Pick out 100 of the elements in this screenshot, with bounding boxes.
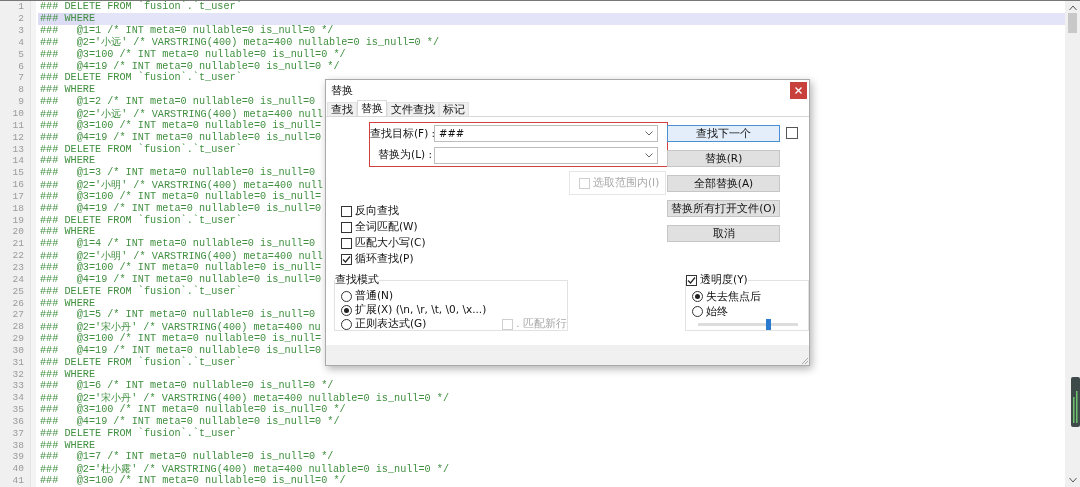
checkbox-label[interactable]: 循环查找(P): [355, 252, 414, 266]
field-label: 查找目标(F) :: [370, 126, 434, 141]
line-number: 41: [11, 474, 25, 487]
field-label: 替换为(L) :: [377, 148, 433, 163]
radio-label[interactable]: 正则表达式(G): [355, 317, 427, 331]
code-line: ### WHERE: [39, 154, 96, 167]
code-line: ### DELETE FROM `fusion`.`t_user`: [39, 356, 242, 369]
code-line: ### @2='小明' /* VARSTRING(400) meta=400 null: [39, 178, 323, 191]
code-line: ### @4=19 /* INT meta=0 nullable=0 is_null=0: [39, 202, 322, 214]
checkbox[interactable]: [341, 221, 352, 233]
code-line: ### WHERE: [39, 83, 96, 96]
line-number: 35: [11, 403, 25, 416]
radio-label[interactable]: 始终: [706, 304, 729, 319]
line-number: 30: [11, 344, 25, 357]
code-line: ### @4=19 /* INT meta=0 nullable=0 is_null=0: [39, 131, 322, 143]
radio-label[interactable]: 普通(N): [355, 289, 394, 303]
scroll-down-icon[interactable]: [1068, 477, 1077, 483]
vertical-scrollbar[interactable]: [1065, 1, 1080, 487]
code-line: ### @3=100 /* INT meta=0 nullable=0 is_null=0 */: [39, 48, 346, 61]
code-line: ### @1=5 /* INT meta=0 nullable=0 is_null=0: [39, 308, 316, 321]
line-number: 19: [11, 214, 25, 227]
line-number: 10: [11, 107, 25, 120]
line-number: 3: [17, 24, 25, 37]
line-number: 28: [11, 320, 25, 333]
scroll-up-icon[interactable]: [1068, 5, 1077, 11]
line-number: 21: [11, 237, 25, 250]
line-number: 5: [17, 48, 25, 61]
code-line: ### @2='小远' /* VARSTRING(400) meta=400 null: [39, 107, 323, 120]
line-number: 39: [11, 451, 25, 463]
code-line: ### @4=19 /* INT meta=0 nullable=0 is_null=0: [39, 273, 322, 285]
checkbox[interactable]: [786, 127, 798, 139]
code-line: ### DELETE FROM `fusion`.`t_user`: [39, 214, 242, 227]
code-line: ### @1=3 /* INT meta=0 nullable=0 is_null=0: [39, 166, 316, 179]
tab[interactable]: 查找: [327, 102, 357, 116]
dialog-button[interactable]: 查找下一个: [667, 125, 780, 142]
line-number: 9: [17, 95, 25, 108]
line-number: 33: [11, 380, 25, 392]
line-number: 25: [11, 285, 25, 298]
line-number: 32: [11, 368, 25, 380]
dialog-button[interactable]: 取消: [667, 225, 780, 242]
checkbox-label[interactable]: 透明度(Y): [700, 273, 748, 287]
mini-meter-icon: [1071, 377, 1080, 427]
line-number: 18: [11, 202, 25, 215]
line-number: 22: [11, 249, 25, 262]
code-line: ### @1=6 /* INT meta=0 nullable=0 is_null=0 */: [39, 380, 334, 392]
dialog-button[interactable]: 替换所有打开文件(O): [667, 200, 780, 217]
replace-field[interactable]: [434, 146, 658, 164]
resize-grip-icon[interactable]: [801, 357, 809, 365]
code-line: ### @2='宋小丹' /* VARSTRING(400) meta=400 nu: [39, 320, 321, 333]
line-number: 12: [11, 131, 25, 144]
checkbox[interactable]: [341, 237, 352, 249]
line-number: 4: [17, 36, 25, 49]
opacity-slider-thumb[interactable]: [766, 319, 772, 331]
close-button[interactable]: [790, 81, 807, 99]
radio-label[interactable]: 失去焦点后: [706, 289, 762, 304]
line-number: 27: [11, 308, 25, 321]
line-number: 40: [11, 462, 25, 475]
line-number: 11: [11, 119, 25, 132]
code-line: ### @4=19 /* INT meta=0 nullable=0 is_null=0 */: [39, 60, 340, 72]
code-line: ### @1=2 /* INT meta=0 nullable=0 is_null=0: [39, 95, 316, 108]
checkbox-label[interactable]: 反向查找: [355, 204, 399, 218]
close-icon[interactable]: [795, 86, 802, 94]
line-number: 6: [17, 60, 25, 73]
code-line: ### @1=4 /* INT meta=0 nullable=0 is_null=0: [39, 237, 316, 250]
line-number: 8: [17, 83, 25, 96]
dialog-button[interactable]: 替换(R): [667, 150, 780, 167]
code-line: ### @3=100 /* INT meta=0 nullable=0 is_null=: [39, 261, 322, 274]
line-number: 34: [11, 391, 25, 404]
line-number: 38: [11, 439, 25, 452]
code-line: ### @2='小明' /* VARSTRING(400) meta=400 null: [39, 249, 323, 262]
line-number: 24: [11, 273, 25, 286]
code-line: ### @4=19 /* INT meta=0 nullable=0 is_null=0 */: [39, 415, 340, 427]
checkbox[interactable]: [686, 274, 698, 286]
scroll-thumb[interactable]: [1068, 13, 1077, 33]
checkbox[interactable]: [341, 253, 352, 265]
checkbox[interactable]: [341, 205, 352, 217]
tab[interactable]: 替换: [357, 100, 387, 116]
line-number: 36: [11, 415, 25, 428]
code-line: ### WHERE: [39, 297, 96, 309]
code-line: ### @1=7 /* INT meta=0 nullable=0 is_null=0 */: [39, 451, 334, 463]
line-number: 2: [17, 12, 25, 25]
line-number: 17: [11, 190, 25, 203]
dialog-button[interactable]: 全部替换(A): [667, 175, 780, 192]
line-number: 1: [17, 1, 25, 13]
code-line: ### @3=100 /* INT meta=0 nullable=0 is_null=0 */: [39, 474, 346, 487]
checkbox-label[interactable]: 全词匹配(W): [355, 220, 418, 234]
line-number: 31: [11, 356, 25, 369]
code-line: ### DELETE FROM `fusion`.`t_user`: [39, 285, 242, 298]
code-line: ### DELETE FROM `fusion`.`t_user`: [39, 143, 242, 155]
chevron-down-icon: [645, 131, 653, 137]
code-line: ### @3=100 /* INT meta=0 nullable=0 is_null=0 */: [39, 403, 346, 416]
find-field[interactable]: ###: [434, 125, 658, 143]
tab[interactable]: 标记: [439, 102, 469, 116]
checkbox-label[interactable]: 匹配大小写(C): [355, 236, 426, 250]
tab[interactable]: 文件查找: [387, 102, 439, 116]
code-line: ### WHERE: [39, 226, 96, 238]
line-number: 16: [11, 178, 25, 191]
code-line: ### @1=1 /* INT meta=0 nullable=0 is_null=0 */: [39, 24, 334, 37]
code-line: ### @3=100 /* INT meta=0 nullable=0 is_null=: [39, 119, 322, 132]
radio-label[interactable]: 扩展(X) (\n, \r, \t, \0, \x...): [355, 303, 487, 317]
